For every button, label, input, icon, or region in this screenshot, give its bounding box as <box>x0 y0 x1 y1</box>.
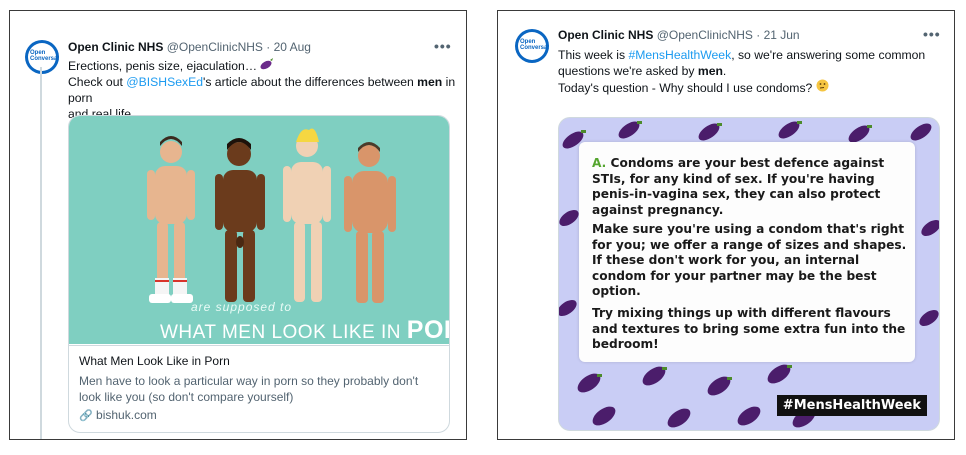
avatar[interactable]: Open Conversations <box>515 29 549 63</box>
tweet-line-2-end: . <box>722 64 727 78</box>
thinking-face-icon <box>816 79 829 96</box>
avatar-logo: Open Conversations <box>520 39 549 51</box>
poster-title-text: WHAT MEN LOOK LIKE IN <box>160 322 402 343</box>
tweet-line-2-start: Check out <box>68 75 127 89</box>
hashtag-badge: #MensHealthWeek <box>776 395 927 416</box>
tweet-right[interactable]: Open Conversations Open Clinic NHS @Open… <box>497 10 955 440</box>
tweet-line-2-start: questions we're asked by <box>558 64 698 78</box>
author-handle[interactable]: @OpenClinicNHS <box>167 40 263 54</box>
card-domain-text: bishuk.com <box>96 408 157 422</box>
author-handle[interactable]: @OpenClinicNHS <box>657 28 753 42</box>
poster-title-emphasis: PORN <box>406 316 449 344</box>
poster-subtitle: are supposed to <box>191 300 293 314</box>
avatar-logo: Open Conversations <box>30 50 59 62</box>
more-options-icon[interactable]: ••• <box>434 38 452 54</box>
tweet-line-3: Today's question - Why should I use cond… <box>558 81 813 95</box>
tweet-header: Open Clinic NHS @OpenClinicNHS · 20 Aug <box>68 40 311 54</box>
link-card[interactable]: are supposed to WHAT MEN LOOK LIKE IN PO… <box>68 115 450 433</box>
thread-line <box>40 67 42 439</box>
tweet-date[interactable]: · 21 Jun <box>756 28 799 42</box>
card-image[interactable]: are supposed to WHAT MEN LOOK LIKE IN PO… <box>69 116 449 344</box>
tweet-line-1: Erections, penis size, ejaculation… <box>68 59 258 73</box>
card-description: Men have to look a particular way in por… <box>79 374 419 404</box>
image-card[interactable]: A. Condoms are your best defence against… <box>558 117 940 431</box>
tweet-header: Open Clinic NHS @OpenClinicNHS · 21 Jun <box>558 28 800 42</box>
card-meta[interactable]: What Men Look Like in Porn Men have to l… <box>69 345 449 432</box>
bold-keyword: men <box>417 75 443 89</box>
tweet-text: This week is #MensHealthWeek, so we're a… <box>558 47 948 96</box>
avatar[interactable]: Open Conversations <box>25 40 59 74</box>
poster-title: WHAT MEN LOOK LIKE IN PORN <box>160 316 449 345</box>
tweet-line-1-end: , so we're answering some common <box>731 48 926 62</box>
eggplant-icon <box>260 58 274 74</box>
tweet-text: Erections, penis size, ejaculation… Chec… <box>68 58 460 122</box>
tweet-line-1-start: This week is <box>558 48 629 62</box>
bold-keyword: men <box>697 64 723 78</box>
tweet-date[interactable]: · 20 Aug <box>266 40 311 54</box>
answer-label: A. <box>592 156 607 170</box>
link-icon: 🔗 <box>79 410 93 422</box>
answer-paragraph-1-text: Condoms are your best defence against ST… <box>592 156 885 217</box>
tweet-line-2-mid: 's article about the differences between <box>203 75 418 89</box>
mention-link[interactable]: @BISHSexEd <box>126 75 203 89</box>
answer-panel: A. Condoms are your best defence against… <box>579 142 915 362</box>
card-title: What Men Look Like in Porn <box>79 354 230 368</box>
more-options-icon[interactable]: ••• <box>923 26 941 42</box>
author-name[interactable]: Open Clinic NHS <box>68 40 163 54</box>
author-name[interactable]: Open Clinic NHS <box>558 28 653 42</box>
answer-paragraph-1: A. Condoms are your best defence against… <box>592 156 908 218</box>
answer-paragraph-2: Make sure you're using a condom that's r… <box>592 222 907 298</box>
hashtag-link[interactable]: #MensHealthWeek <box>628 48 731 62</box>
answer-paragraph-3: Try mixing things up with different flav… <box>592 306 906 351</box>
card-domain: 🔗 bishuk.com <box>79 408 157 422</box>
tweet-left[interactable]: Open Conversations Open Clinic NHS @Open… <box>9 10 467 440</box>
